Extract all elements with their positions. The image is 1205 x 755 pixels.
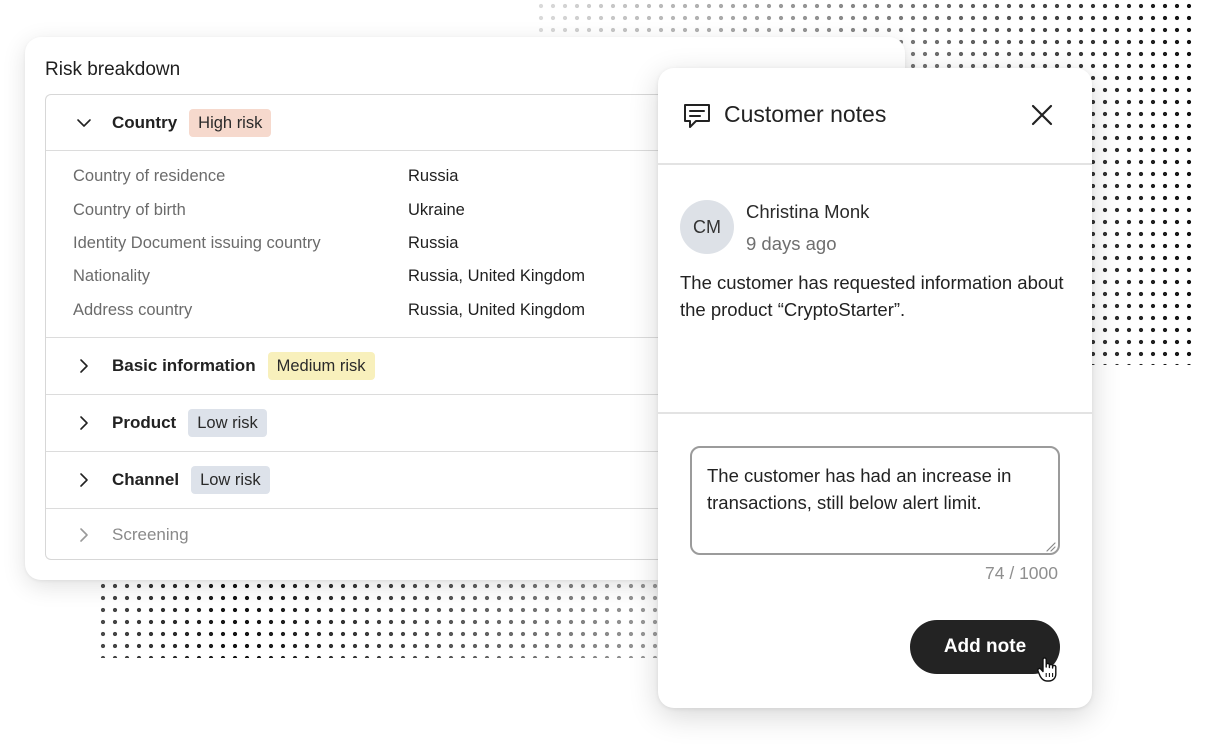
customer-notes-panel: Customer notes CM Christina Monk 9 days … (658, 68, 1092, 708)
risk-badge-channel: Low risk (191, 466, 270, 494)
risk-badge-country: High risk (189, 109, 272, 137)
risk-badge-product: Low risk (188, 409, 267, 437)
notes-title: Customer notes (724, 101, 887, 127)
detail-value: Russia, United Kingdom (408, 267, 586, 285)
comment-icon (682, 102, 712, 130)
detail-label: Country of birth (73, 201, 186, 219)
hand-cursor-icon (1035, 655, 1059, 683)
detail-value: Russia, United Kingdom (408, 301, 586, 319)
section-label-basic-information: Basic information (112, 356, 256, 375)
chevron-right-icon[interactable] (74, 356, 94, 376)
detail-label: Identity Document issuing country (73, 234, 321, 252)
detail-label: Country of residence (73, 167, 226, 185)
detail-label: Nationality (73, 267, 151, 285)
risk-badge-basic-information: Medium risk (267, 352, 375, 380)
notes-header: Customer notes (658, 68, 1092, 164)
section-label-screening: Screening (112, 524, 189, 544)
section-label-channel: Channel (112, 470, 180, 489)
note-input[interactable]: The customer has had an increase in tran… (690, 446, 1060, 555)
note-timestamp: 9 days ago (746, 233, 837, 254)
close-icon[interactable] (1030, 103, 1054, 127)
chevron-down-icon[interactable] (74, 113, 94, 133)
dot-pattern-bottom (97, 580, 667, 658)
section-label-country: Country (112, 113, 178, 132)
chevron-right-icon[interactable] (74, 413, 94, 433)
detail-value: Russia (408, 234, 459, 252)
note-author: Christina Monk (746, 201, 870, 222)
resize-grip-icon[interactable] (1044, 539, 1056, 552)
divider (658, 412, 1092, 414)
chevron-right-icon[interactable] (74, 525, 94, 545)
chevron-right-icon[interactable] (74, 470, 94, 490)
character-counter: 74 / 1000 (985, 563, 1058, 583)
section-label-product: Product (112, 413, 177, 432)
risk-breakdown-title: Risk breakdown (45, 59, 181, 80)
divider (658, 163, 1092, 165)
detail-value: Russia (408, 167, 459, 185)
detail-value: Ukraine (408, 201, 465, 219)
note-body: The customer has requested information a… (680, 272, 1064, 320)
detail-label: Address country (73, 301, 193, 319)
avatar: CM (680, 200, 734, 254)
